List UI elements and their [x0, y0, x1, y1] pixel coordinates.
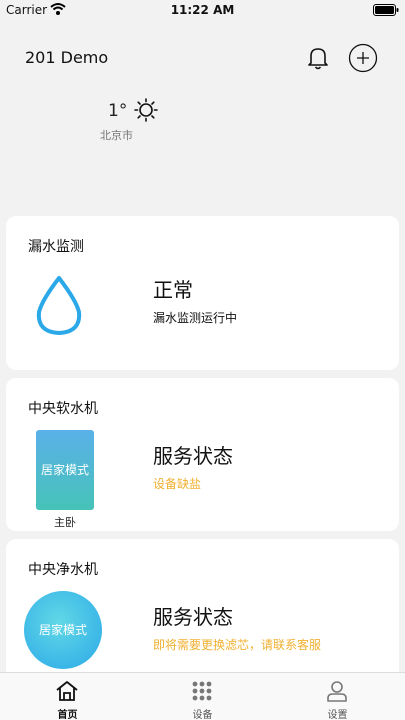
user-icon	[327, 681, 347, 702]
service-status-detail: 设备缺盐	[153, 477, 202, 491]
service-status-detail: 即将需要更换滤芯，请联系客服	[153, 638, 322, 652]
water-drop-icon	[36, 276, 82, 335]
sun-icon	[134, 98, 158, 122]
tab-devices[interactable]: 设备	[135, 673, 270, 720]
mode-tile[interactable]: 居家模式	[24, 591, 102, 669]
city-label: 北京市	[100, 129, 133, 142]
card-title: 中央净水机	[28, 562, 98, 578]
card-title: 中央软水机	[28, 401, 98, 417]
tab-label: 设备	[192, 710, 213, 720]
tab-settings[interactable]: 设置	[270, 673, 405, 720]
tab-home[interactable]: 首页	[0, 673, 135, 720]
leak-monitor-card[interactable]: 漏水监测 正常 漏水监测运行中	[6, 216, 399, 370]
grid-icon	[192, 681, 212, 701]
leak-status-detail: 漏水监测运行中	[153, 311, 238, 325]
water-softener-card[interactable]: 中央软水机 居家模式 主卧 服务状态 设备缺盐	[6, 378, 399, 531]
water-purifier-card[interactable]: 中央净水机 居家模式 服务状态 即将需要更换滤芯，请联系客服	[6, 539, 399, 679]
card-title: 漏水监测	[28, 239, 84, 255]
status-bar: Carrier 11:22 AM	[0, 0, 405, 20]
tab-bar: 首页 设备 设置	[0, 672, 405, 720]
add-button[interactable]	[348, 43, 378, 73]
service-status: 服务状态	[153, 605, 233, 629]
service-status: 服务状态	[153, 444, 233, 468]
bell-icon[interactable]	[306, 45, 330, 71]
page-title: 201 Demo	[25, 48, 109, 67]
tab-label: 首页	[57, 710, 78, 720]
home-icon	[56, 681, 78, 701]
temperature: 1°	[108, 101, 128, 121]
mode-tile[interactable]: 居家模式	[36, 430, 94, 510]
tab-label: 设置	[327, 710, 348, 720]
clock: 11:22 AM	[170, 3, 235, 17]
room-label: 主卧	[54, 516, 76, 529]
battery-icon	[373, 4, 399, 16]
leak-status: 正常	[153, 278, 193, 302]
